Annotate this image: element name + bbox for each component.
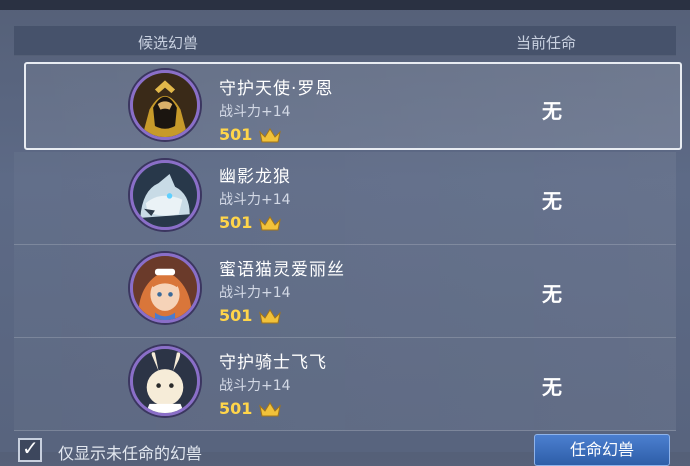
crown-icon <box>259 128 281 143</box>
candidate-column-header: 候选幻兽 <box>138 34 199 52</box>
crown-icon <box>259 216 281 231</box>
beast-avatar <box>130 346 200 416</box>
crown-icon <box>259 309 281 324</box>
beast-power: 战斗力+14 <box>219 378 291 394</box>
top-bar <box>0 0 690 10</box>
beast-level: 501 <box>219 399 253 418</box>
beast-row[interactable]: 守护骑士飞飞 战斗力+14 501 无 <box>14 338 676 431</box>
beast-row[interactable]: 蜜语猫灵爱丽丝 战斗力+14 501 无 <box>14 245 676 338</box>
beast-avatar <box>130 160 200 230</box>
beast-power: 战斗力+14 <box>219 192 291 208</box>
checkmark-icon: ✓ <box>22 436 39 460</box>
beast-level: 501 <box>219 306 253 325</box>
list-header: 候选幻兽 当前任命 <box>14 26 676 56</box>
current-task: 无 <box>542 375 562 399</box>
beast-name: 守护骑士飞飞 <box>219 353 327 373</box>
beast-avatar <box>130 253 200 323</box>
current-task: 无 <box>542 99 562 123</box>
beast-power: 战斗力+14 <box>219 104 291 120</box>
beast-list: 守护天使·罗恩 战斗力+14 501 无 幽影龙狼 战斗力+14 501 无 蜜… <box>14 60 682 431</box>
current-task-column-header: 当前任命 <box>516 34 577 52</box>
filter-label: 仅显示未任命的幻兽 <box>58 444 203 463</box>
beast-name: 幽影龙狼 <box>219 167 291 187</box>
crown-icon <box>259 402 281 417</box>
beast-avatar <box>130 70 200 140</box>
current-task: 无 <box>542 189 562 213</box>
beast-row[interactable]: 守护天使·罗恩 战斗力+14 501 无 <box>24 62 682 150</box>
beast-level: 501 <box>219 125 253 144</box>
current-task: 无 <box>542 282 562 306</box>
filter-checkbox[interactable]: ✓ <box>18 436 42 462</box>
beast-power: 战斗力+14 <box>219 285 291 301</box>
beast-row[interactable]: 幽影龙狼 战斗力+14 501 无 <box>14 152 676 245</box>
beast-name: 蜜语猫灵爱丽丝 <box>219 260 345 280</box>
beast-level: 501 <box>219 213 253 232</box>
assign-beast-button[interactable]: 任命幻兽 <box>534 434 670 466</box>
beast-name: 守护天使·罗恩 <box>219 79 334 99</box>
